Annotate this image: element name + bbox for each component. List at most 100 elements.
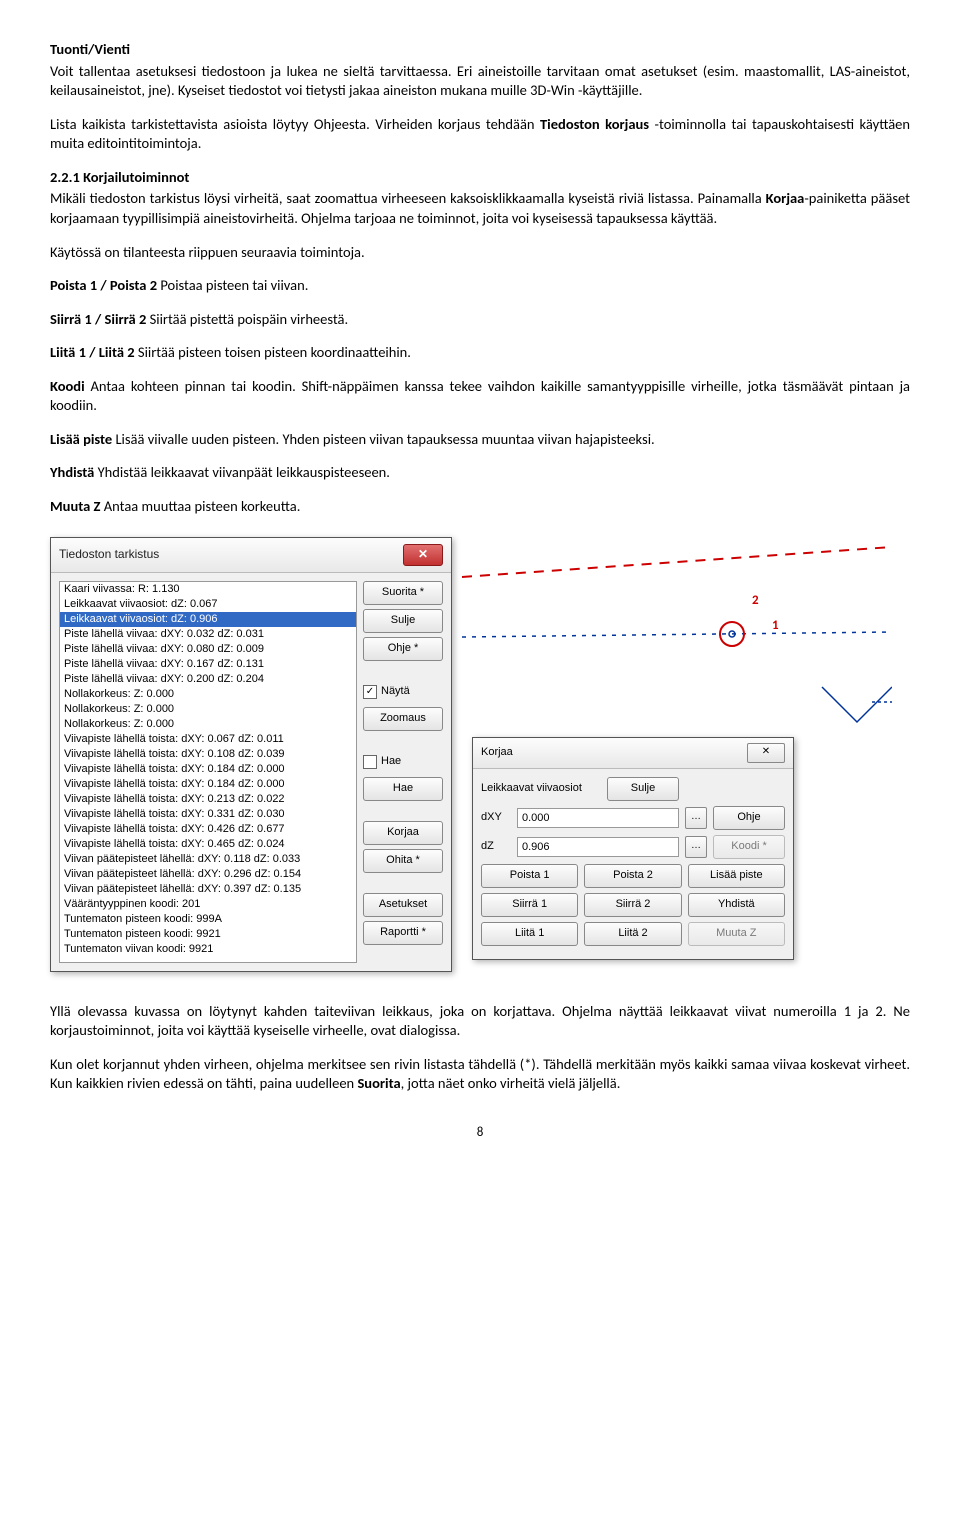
- dxy-label: dXY: [481, 810, 511, 825]
- list-item[interactable]: Nollakorkeus: Z: 0.000: [60, 702, 356, 717]
- para-221-1a: Mikäli tiedoston tarkistus löysi virheit…: [50, 189, 766, 207]
- canvas-label-1: 1: [772, 617, 779, 635]
- list-item[interactable]: Viivapiste lähellä toista: dXY: 0.184 dZ…: [60, 762, 356, 777]
- liita2-button[interactable]: Liitä 2: [584, 922, 681, 946]
- hae-chk-label: Hae: [381, 754, 401, 769]
- ohje-button[interactable]: Ohje: [713, 806, 785, 830]
- hae-checkbox[interactable]: Hae: [363, 751, 443, 773]
- hae-button[interactable]: Hae: [363, 777, 443, 801]
- dxy-more-button[interactable]: …: [685, 807, 707, 829]
- yhdista-button[interactable]: Yhdistä: [688, 893, 785, 917]
- suorita-button[interactable]: Suorita *: [363, 581, 443, 605]
- ohita-button[interactable]: Ohita *: [363, 849, 443, 873]
- list-item[interactable]: Viivapiste lähellä toista: dXY: 0.184 dZ…: [60, 777, 356, 792]
- cmd-poista-text: Poistaa pisteen tai viivan.: [157, 276, 308, 294]
- cmd-koodi-label: Koodi: [50, 377, 85, 395]
- list-item[interactable]: Piste lähellä viivaa: dXY: 0.080 dZ: 0.0…: [60, 642, 356, 657]
- cmd-muutaz-text: Antaa muuttaa pisteen korkeutta.: [101, 497, 301, 515]
- cmd-poista-label: Poista 1 / Poista 2: [50, 276, 157, 294]
- list-item[interactable]: Nollakorkeus: Z: 0.000: [60, 717, 356, 732]
- cmd-liita: Liitä 1 / Liitä 2 Siirtää pisteen toisen…: [50, 343, 910, 363]
- bold-tiedoston-korjaus: Tiedoston korjaus: [540, 115, 649, 133]
- poista2-button[interactable]: Poista 2: [584, 864, 681, 888]
- dialog-title: Tiedoston tarkistus: [59, 546, 159, 562]
- close-icon[interactable]: ✕: [403, 544, 443, 566]
- cmd-liita-text: Siirtää pisteen toisen pisteen koordinaa…: [135, 343, 411, 361]
- para-end-2: Kun olet korjannut yhden virheen, ohjelm…: [50, 1055, 910, 1094]
- checkbox-icon: ✓: [363, 685, 377, 699]
- close-icon[interactable]: ✕: [747, 743, 785, 763]
- dxy-field[interactable]: 0.000: [517, 808, 679, 828]
- nayta-label: Näytä: [381, 684, 410, 699]
- dz-label: dZ: [481, 839, 511, 854]
- list-item[interactable]: Piste lähellä viivaa: dXY: 0.032 dZ: 0.0…: [60, 627, 356, 642]
- list-item[interactable]: Kaari viivassa: R: 1.130: [60, 582, 356, 597]
- dialog2-title: Korjaa: [481, 745, 513, 760]
- para-intro-2: Lista kaikista tarkistettavista asioista…: [50, 115, 910, 154]
- checkbox-icon: [363, 755, 377, 769]
- list-item[interactable]: Vääräntyyppinen koodi: 201: [60, 897, 356, 912]
- sulje-button[interactable]: Sulje: [607, 777, 679, 801]
- list-item[interactable]: Tuntematon pisteen koodi: 9921: [60, 927, 356, 942]
- list-item[interactable]: Viivapiste lähellä toista: dXY: 0.213 dZ…: [60, 792, 356, 807]
- cmd-yhdista: Yhdistä Yhdistää leikkaavat viivanpäät l…: [50, 463, 910, 483]
- list-item[interactable]: Viivan päätepisteet lähellä: dXY: 0.397 …: [60, 882, 356, 897]
- lisaa-piste-button[interactable]: Lisää piste: [688, 864, 785, 888]
- dz-more-button[interactable]: …: [685, 836, 707, 858]
- para-221-1: Mikäli tiedoston tarkistus löysi virheit…: [50, 189, 910, 228]
- list-item[interactable]: Piste lähellä viivaa: dXY: 0.167 dZ: 0.1…: [60, 657, 356, 672]
- dialog-button-column: Suorita * Sulje Ohje * ✓ Näytä Zoomaus Ha…: [363, 581, 443, 963]
- list-item[interactable]: Tuntematon viivan koodi: 9921: [60, 942, 356, 957]
- cmd-yhdista-text: Yhdistää leikkaavat viivanpäät leikkausp…: [94, 463, 390, 481]
- korjaa-desc: Leikkaavat viivaosiot: [481, 781, 601, 796]
- list-item[interactable]: Viivapiste lähellä toista: dXY: 0.465 dZ…: [60, 837, 356, 852]
- cmd-lisaa-label: Lisää piste: [50, 430, 112, 448]
- list-item[interactable]: Nollakorkeus: Z: 0.000: [60, 687, 356, 702]
- sulje-button[interactable]: Sulje: [363, 609, 443, 633]
- cmd-lisaa-text: Lisää viivalle uuden pisteen. Yhden pist…: [112, 430, 655, 448]
- cmd-siirra-text: Siirtää pistettä poispäin virheestä.: [146, 310, 348, 328]
- liita1-button[interactable]: Liitä 1: [481, 922, 578, 946]
- list-item[interactable]: Viivapiste lähellä toista: dXY: 0.108 dZ…: [60, 747, 356, 762]
- koodi-button[interactable]: Koodi *: [713, 835, 785, 859]
- error-listbox[interactable]: Kaari viivassa: R: 1.130Leikkaavat viiva…: [59, 581, 357, 963]
- cmd-lisaa: Lisää piste Lisää viivalle uuden pisteen…: [50, 430, 910, 450]
- ohje-button[interactable]: Ohje *: [363, 637, 443, 661]
- para-end-2b: , jotta näet onko virheitä vielä jäljell…: [401, 1074, 621, 1092]
- heading-import-export: Tuonti/Vienti: [50, 40, 130, 58]
- cmd-yhdista-label: Yhdistä: [50, 463, 94, 481]
- para-intro-2a: Lista kaikista tarkistettavista asioista…: [50, 115, 540, 133]
- siirra2-button[interactable]: Siirrä 2: [584, 893, 681, 917]
- cmd-siirra: Siirrä 1 / Siirrä 2 Siirtää pistettä poi…: [50, 310, 910, 330]
- list-item[interactable]: Piste lähellä viivaa: dXY: 0.200 dZ: 0.2…: [60, 672, 356, 687]
- list-item[interactable]: Viivapiste lähellä toista: dXY: 0.067 dZ…: [60, 732, 356, 747]
- poista1-button[interactable]: Poista 1: [481, 864, 578, 888]
- muutaz-button[interactable]: Muuta Z: [688, 922, 785, 946]
- siirra1-button[interactable]: Siirrä 1: [481, 893, 578, 917]
- cmd-muutaz: Muuta Z Antaa muuttaa pisteen korkeutta.: [50, 497, 910, 517]
- canvas-label-2: 2: [752, 592, 759, 610]
- list-item[interactable]: Viivapiste lähellä toista: dXY: 0.331 dZ…: [60, 807, 356, 822]
- korjaa-button[interactable]: Korjaa: [363, 821, 443, 845]
- dialog-tiedoston-tarkistus: Tiedoston tarkistus ✕ Kaari viivassa: R:…: [50, 537, 452, 972]
- list-item[interactable]: Viivan päätepisteet lähellä: dXY: 0.118 …: [60, 852, 356, 867]
- zoomaus-button[interactable]: Zoomaus: [363, 707, 443, 731]
- para-intro-1: Voit tallentaa asetuksesi tiedostoon ja …: [50, 62, 910, 101]
- dialog-titlebar[interactable]: Tiedoston tarkistus ✕: [51, 538, 451, 573]
- drawing-canvas: 1 2: [462, 537, 910, 747]
- para-end-1: Yllä olevassa kuvassa on löytynyt kahden…: [50, 1002, 910, 1041]
- list-item[interactable]: Leikkaavat viivaosiot: dZ: 0.906: [60, 612, 356, 627]
- bold-korjaa: Korjaa: [766, 189, 805, 207]
- figure-area: Tiedoston tarkistus ✕ Kaari viivassa: R:…: [50, 537, 910, 972]
- list-item[interactable]: Viivapiste lähellä toista: dXY: 0.426 dZ…: [60, 822, 356, 837]
- dz-field[interactable]: 0.906: [517, 837, 679, 857]
- lines-svg: [462, 537, 892, 747]
- raportti-button[interactable]: Raportti *: [363, 921, 443, 945]
- list-item[interactable]: Viivan päätepisteet lähellä: dXY: 0.296 …: [60, 867, 356, 882]
- dialog2-titlebar[interactable]: Korjaa ✕: [473, 738, 793, 769]
- asetukset-button[interactable]: Asetukset: [363, 893, 443, 917]
- para-221-2: Käytössä on tilanteesta riippuen seuraav…: [50, 243, 910, 263]
- list-item[interactable]: Tuntematon pisteen koodi: 999A: [60, 912, 356, 927]
- nayta-checkbox[interactable]: ✓ Näytä: [363, 681, 443, 703]
- list-item[interactable]: Leikkaavat viivaosiot: dZ: 0.067: [60, 597, 356, 612]
